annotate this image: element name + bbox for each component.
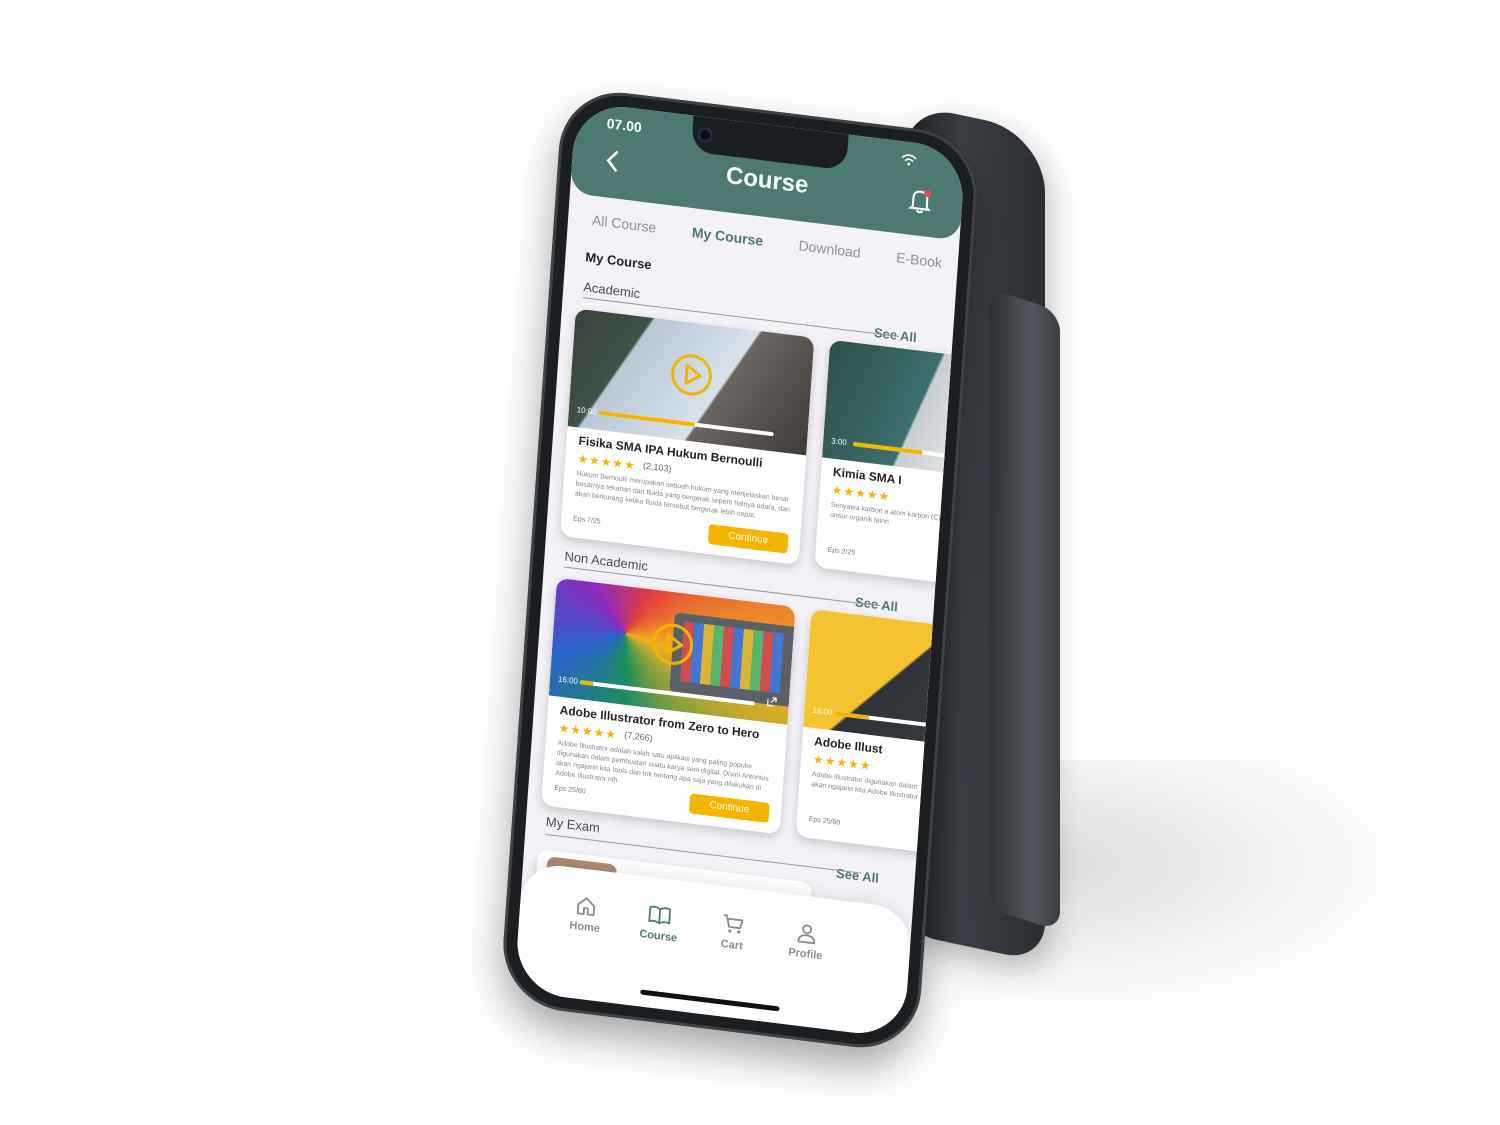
nav-label: Cart — [720, 937, 744, 953]
star-rating: ★★★★★ — [558, 720, 618, 742]
profile-icon — [797, 924, 816, 945]
star-rating: ★★★★★ — [812, 752, 872, 774]
course-card[interactable]: 3:00 Kimia SMA I ★★★★★ Senyawa karbon a … — [814, 339, 966, 597]
fullscreen-icon[interactable] — [766, 696, 778, 707]
play-icon[interactable] — [668, 350, 715, 399]
nav-label: Home — [569, 919, 601, 936]
nav-cart[interactable]: Cart — [702, 910, 764, 955]
tab-all-course[interactable]: All Course — [587, 211, 661, 246]
course-description: Hukum Bernoulli merupakan sebuah hukum y… — [574, 470, 791, 520]
book-icon — [648, 905, 672, 925]
mockup-scene: 07.00 Course All Course My Course Downlo… — [0, 0, 1500, 1125]
play-icon[interactable] — [649, 620, 696, 669]
video-time: 10:00 — [576, 405, 598, 417]
status-time: 07.00 — [606, 115, 643, 136]
episode-count: Eps 2/25 — [827, 546, 856, 557]
video-progress-fill — [852, 442, 924, 455]
star-rating: ★★★★★ — [831, 482, 891, 504]
phone-back-edge — [990, 288, 1060, 932]
tab-my-course[interactable]: My Course — [687, 224, 768, 260]
nav-profile[interactable]: Profile — [775, 919, 837, 964]
app-screen: 07.00 Course All Course My Course Downlo… — [514, 101, 966, 1039]
notification-bell-icon[interactable] — [907, 186, 933, 215]
phone-device: 07.00 Course All Course My Course Downlo… — [499, 85, 981, 1055]
course-description: Adobe Illustrator adalah salah satu apli… — [555, 739, 769, 792]
rating-count: (7,266) — [623, 729, 653, 744]
nav-label: Course — [638, 927, 678, 945]
rating-count: (2,103) — [642, 460, 672, 475]
continue-button[interactable]: Continue — [707, 523, 789, 554]
academic-course-row: 10:00 Fisika SMA IPA Hukum Bernoulli ★★★… — [559, 308, 966, 597]
bottom-navigation: Home Course Cart Profile — [514, 861, 913, 1039]
video-progress[interactable] — [598, 410, 774, 437]
nav-label: Profile — [787, 946, 823, 963]
tab-ebook[interactable]: E-Book — [891, 249, 946, 282]
phone-frame: 07.00 Course All Course My Course Downlo… — [499, 85, 981, 1055]
course-card[interactable]: 16:00 Adobe Illustrator from Zero to Her… — [541, 577, 796, 835]
video-time: 16:00 — [557, 674, 579, 686]
see-all-exam-link[interactable]: See All — [836, 866, 880, 886]
episode-count: Eps 25/60 — [554, 784, 586, 796]
cart-icon — [723, 914, 744, 934]
episode-count: Eps 7/25 — [572, 515, 601, 526]
section-title: My Course — [584, 249, 653, 273]
video-thumbnail[interactable]: 10:00 — [567, 308, 815, 456]
video-progress-fill — [598, 410, 695, 427]
video-thumbnail[interactable]: 3:00 — [822, 339, 966, 487]
course-description: Adobe Illustrator digunakan dalam akan n… — [810, 771, 930, 803]
group-label-non-academic: Non Academic — [564, 548, 649, 574]
course-card[interactable]: 10:00 Fisika SMA IPA Hukum Bernoulli ★★★… — [559, 308, 815, 566]
nav-course[interactable]: Course — [628, 901, 690, 946]
non-academic-course-row: 16:00 Adobe Illustrator from Zero to Her… — [541, 577, 966, 866]
video-progress-fill — [579, 680, 594, 686]
group-label-exam: My Exam — [545, 813, 601, 836]
nav-home[interactable]: Home — [554, 892, 616, 937]
video-progress[interactable] — [852, 442, 966, 468]
video-thumbnail[interactable]: 16:00 — [548, 577, 796, 725]
course-description: Senyawa karbon a atom karbon (C), h unsu… — [829, 501, 949, 526]
tab-download[interactable]: Download — [793, 237, 865, 272]
home-icon — [576, 897, 596, 917]
episode-count: Eps 25/60 — [808, 815, 841, 827]
wifi-icon — [901, 154, 917, 166]
video-progress-fill — [834, 711, 870, 720]
star-rating: ★★★★★ — [576, 451, 637, 473]
video-time: 3:00 — [830, 436, 848, 448]
video-time: 16:00 — [812, 705, 833, 718]
